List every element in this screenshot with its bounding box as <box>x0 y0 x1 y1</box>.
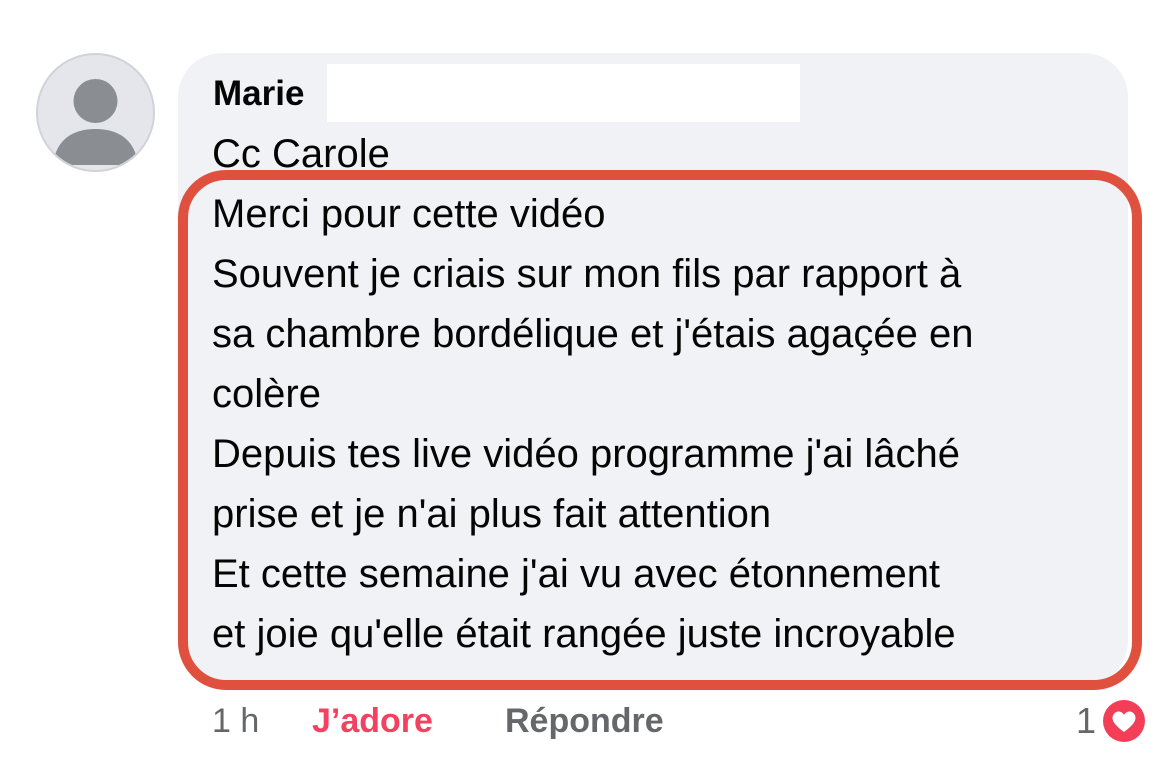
author-name[interactable]: Marie <box>213 64 304 124</box>
avatar[interactable] <box>36 53 155 172</box>
comment-timestamp[interactable]: 1 h <box>212 692 259 750</box>
reply-button[interactable]: Répondre <box>505 692 664 750</box>
author-row: Marie <box>213 64 304 124</box>
highlight-annotation-box <box>178 170 1142 690</box>
redacted-surname <box>327 64 800 122</box>
love-reaction-button[interactable]: J’adore <box>312 692 433 750</box>
default-profile-icon <box>53 79 138 165</box>
heart-icon <box>1099 696 1149 746</box>
reaction-summary[interactable]: 1 <box>1076 692 1150 750</box>
reaction-count: 1 <box>1075 700 1096 741</box>
